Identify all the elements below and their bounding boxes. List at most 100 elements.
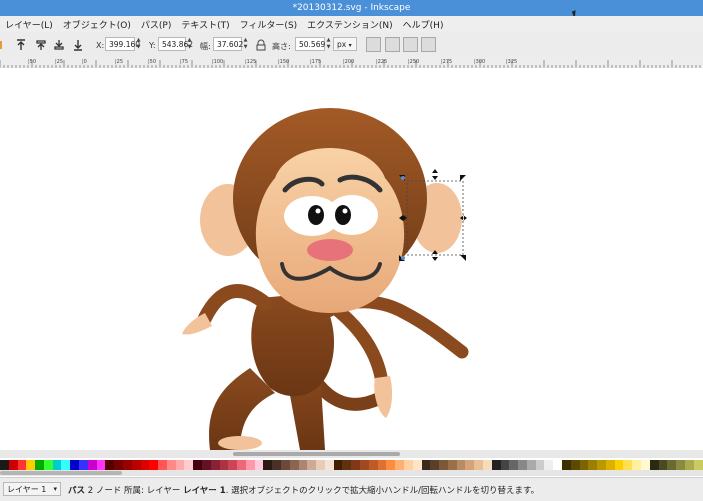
color-swatch[interactable] <box>658 460 668 470</box>
color-swatch[interactable] <box>175 460 185 470</box>
color-swatch[interactable] <box>482 460 492 470</box>
color-swatch[interactable] <box>491 460 501 470</box>
color-swatch[interactable] <box>166 460 176 470</box>
color-swatch[interactable] <box>447 460 457 470</box>
color-swatch[interactable] <box>649 460 659 470</box>
color-swatch[interactable] <box>465 460 475 470</box>
color-swatch[interactable] <box>368 460 378 470</box>
color-swatch[interactable] <box>632 460 642 470</box>
move-patterns-button[interactable] <box>421 37 436 52</box>
menu-help[interactable]: ヘルプ(H) <box>398 18 449 31</box>
color-swatch[interactable] <box>0 460 9 470</box>
palette-scrollbar[interactable] <box>0 470 703 476</box>
color-swatch[interactable] <box>324 460 334 470</box>
lock-icon[interactable] <box>254 38 268 52</box>
scale-stroke-button[interactable] <box>366 37 381 52</box>
width-spinner[interactable]: ▲ ▼ <box>242 37 249 51</box>
color-swatch[interactable] <box>641 460 650 470</box>
color-swatch[interactable] <box>237 460 246 470</box>
horizontal-scrollbar[interactable] <box>0 450 703 458</box>
color-swatch[interactable] <box>456 460 466 470</box>
menu-object[interactable]: オブジェクト(O) <box>58 18 136 31</box>
color-swatch[interactable] <box>421 460 431 470</box>
x-spinner[interactable]: ▲ ▼ <box>135 37 142 51</box>
color-swatch[interactable] <box>667 460 677 470</box>
color-swatch[interactable] <box>281 460 290 470</box>
color-swatch[interactable] <box>333 460 343 470</box>
color-swatch[interactable] <box>544 460 554 470</box>
color-swatch[interactable] <box>403 460 413 470</box>
color-swatch[interactable] <box>17 460 27 470</box>
y-field[interactable]: 543.862 <box>158 37 193 51</box>
color-swatch[interactable] <box>526 460 536 470</box>
color-swatch[interactable] <box>579 460 589 470</box>
menu-filters[interactable]: フィルター(S) <box>235 18 303 31</box>
menu-layer[interactable]: レイヤー(L) <box>0 18 58 31</box>
color-swatch[interactable] <box>518 460 527 470</box>
color-swatch[interactable] <box>509 460 519 470</box>
color-swatch[interactable] <box>201 460 211 470</box>
color-swatch[interactable] <box>122 460 132 470</box>
color-swatch[interactable] <box>623 460 633 470</box>
color-swatch[interactable] <box>298 460 308 470</box>
color-swatch[interactable] <box>158 460 167 470</box>
color-swatch[interactable] <box>263 460 273 470</box>
color-swatch[interactable] <box>272 460 281 470</box>
raise-icon[interactable] <box>34 38 48 52</box>
unit-select[interactable]: px ▾ <box>333 37 357 51</box>
color-swatch[interactable] <box>35 460 44 470</box>
color-swatch[interactable] <box>360 460 369 470</box>
color-swatch[interactable] <box>553 460 562 470</box>
color-swatch[interactable] <box>614 460 624 470</box>
color-swatch[interactable] <box>61 460 71 470</box>
menu-path[interactable]: パス(P) <box>136 18 176 31</box>
lower-to-bottom-icon[interactable] <box>71 38 85 52</box>
color-swatch[interactable] <box>500 460 510 470</box>
color-swatch[interactable] <box>693 460 703 470</box>
color-swatch[interactable] <box>131 460 141 470</box>
monkey-drawing[interactable] <box>0 68 703 450</box>
color-swatch[interactable] <box>474 460 483 470</box>
color-swatch[interactable] <box>105 460 115 470</box>
menu-text[interactable]: テキスト(T) <box>176 18 234 31</box>
color-swatch[interactable] <box>219 460 229 470</box>
color-swatch[interactable] <box>570 460 580 470</box>
color-swatch[interactable] <box>184 460 194 470</box>
drawing-canvas[interactable] <box>0 68 703 450</box>
flip-horizontal-icon[interactable] <box>0 38 8 52</box>
raise-to-top-icon[interactable] <box>14 38 28 52</box>
color-swatch[interactable] <box>439 460 448 470</box>
color-swatch[interactable] <box>386 460 396 470</box>
color-swatch[interactable] <box>228 460 238 470</box>
color-swatch[interactable] <box>245 460 255 470</box>
color-swatch[interactable] <box>377 460 387 470</box>
color-swatch[interactable] <box>87 460 97 470</box>
color-swatch[interactable] <box>70 460 80 470</box>
color-swatch[interactable] <box>351 460 361 470</box>
color-swatch[interactable] <box>210 460 220 470</box>
color-swatch[interactable] <box>26 460 36 470</box>
color-swatch[interactable] <box>114 460 123 470</box>
color-swatch[interactable] <box>395 460 404 470</box>
menu-extensions[interactable]: エクステンション(N) <box>302 18 398 31</box>
scrollbar-thumb[interactable] <box>233 452 400 456</box>
width-field[interactable]: 37.602 <box>213 37 243 51</box>
color-swatch[interactable] <box>79 460 88 470</box>
move-gradients-button[interactable] <box>403 37 418 52</box>
color-swatch[interactable] <box>307 460 317 470</box>
color-swatch[interactable] <box>289 460 299 470</box>
height-field[interactable]: 50.569 <box>295 37 325 51</box>
color-swatch[interactable] <box>316 460 325 470</box>
color-swatch[interactable] <box>149 460 159 470</box>
color-swatch[interactable] <box>342 460 352 470</box>
color-swatch[interactable] <box>562 460 571 470</box>
color-swatch[interactable] <box>8 460 18 470</box>
y-spinner[interactable]: ▲ ▼ <box>186 37 193 51</box>
color-swatch[interactable] <box>676 460 685 470</box>
height-spinner[interactable]: ▲ ▼ <box>325 37 332 51</box>
color-swatch[interactable] <box>597 460 606 470</box>
layer-selector[interactable]: レイヤー 1 ▾ <box>3 482 61 496</box>
color-swatch[interactable] <box>684 460 694 470</box>
color-swatch[interactable] <box>430 460 440 470</box>
color-swatch[interactable] <box>43 460 53 470</box>
